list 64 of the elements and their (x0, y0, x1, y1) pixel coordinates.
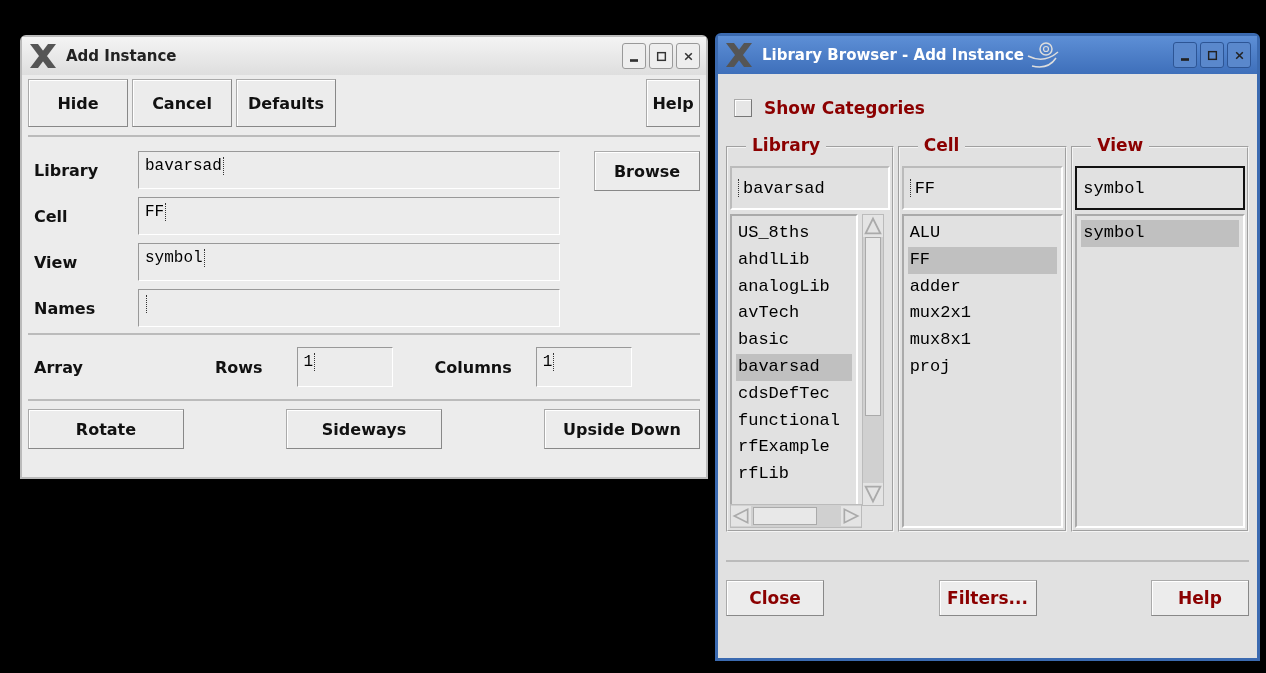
list-item[interactable]: ahdlLib (736, 246, 852, 274)
list-item[interactable]: cdsDefTec (736, 380, 852, 408)
input-field[interactable]: FF (138, 197, 560, 235)
dialog-button[interactable]: Help (1151, 580, 1249, 616)
field-label: Cell (34, 206, 69, 226)
window-title: Add Instance (66, 47, 177, 65)
list-item[interactable]: functional (736, 407, 852, 435)
x-logo-icon (724, 42, 754, 68)
close-button[interactable] (676, 43, 700, 69)
list-item[interactable]: rfLib (736, 461, 852, 488)
dialog-button[interactable]: Filters... (938, 580, 1037, 616)
minimize-button[interactable] (622, 43, 646, 69)
input-field[interactable]: symbol (138, 243, 560, 281)
rows-label: Rows (214, 357, 263, 377)
close-icon (682, 50, 694, 62)
list-item[interactable]: adder (907, 273, 1058, 301)
columns-label: Columns (434, 357, 512, 377)
maximize-button[interactable] (1200, 42, 1224, 68)
browse-button[interactable]: Browse (594, 151, 700, 191)
x-logo-icon (28, 43, 58, 69)
minimize-button[interactable] (1173, 42, 1197, 68)
toolbar-button[interactable]: Hide (28, 79, 128, 127)
list-item[interactable]: mux2x1 (907, 300, 1058, 328)
checkbox-label: Show Categories (764, 98, 925, 118)
close-button[interactable] (1227, 42, 1251, 68)
list-item[interactable]: basic (736, 327, 852, 354)
toolbar-button[interactable]: Defaults (236, 79, 336, 127)
toolbar-button[interactable]: Cancel (132, 79, 232, 127)
array-label: Array (34, 357, 83, 377)
minimize-icon (630, 58, 638, 62)
list-item[interactable]: FF (907, 246, 1058, 274)
list-item[interactable]: US_8ths (736, 220, 852, 247)
list-item[interactable]: ALU (907, 220, 1058, 247)
field-label: View (34, 252, 79, 272)
list-item[interactable]: analogLib (736, 273, 852, 301)
filter-field[interactable]: bavarsad (730, 166, 890, 210)
close-icon (1233, 49, 1245, 61)
window-title: Library Browser - Add Instance (762, 46, 1025, 64)
toolbar-button[interactable]: Help (646, 79, 700, 127)
swirl-logo-icon (1026, 40, 1061, 70)
list-item[interactable]: avTech (736, 300, 852, 328)
orientation-button[interactable]: Upside Down (544, 409, 700, 449)
minimize-icon (1181, 57, 1189, 61)
columns-field[interactable]: 1 (535, 347, 632, 387)
filter-field[interactable]: FF (901, 166, 1064, 210)
input-field[interactable] (138, 289, 560, 327)
rows-field[interactable]: 1 (296, 347, 393, 387)
maximize-icon (1206, 49, 1218, 61)
field-label: Names (34, 298, 97, 318)
orientation-button[interactable]: Rotate (28, 409, 184, 449)
list-item[interactable]: bavarsad (736, 354, 852, 381)
filter-field[interactable]: symbol (1075, 166, 1245, 210)
list-item[interactable]: proj (907, 354, 1058, 381)
checkbox[interactable] (734, 99, 752, 117)
list-item[interactable]: rfExample (736, 434, 852, 462)
input-field[interactable]: bavarsad (138, 151, 560, 189)
field-label: Library (34, 160, 100, 180)
maximize-button[interactable] (649, 43, 673, 69)
list-item[interactable]: symbol (1081, 220, 1239, 247)
dialog-button[interactable]: Close (726, 580, 824, 616)
maximize-icon (655, 50, 667, 62)
column-heading: Library (746, 135, 827, 155)
list-item[interactable]: mux8x1 (907, 327, 1058, 354)
orientation-button[interactable]: Sideways (286, 409, 442, 449)
